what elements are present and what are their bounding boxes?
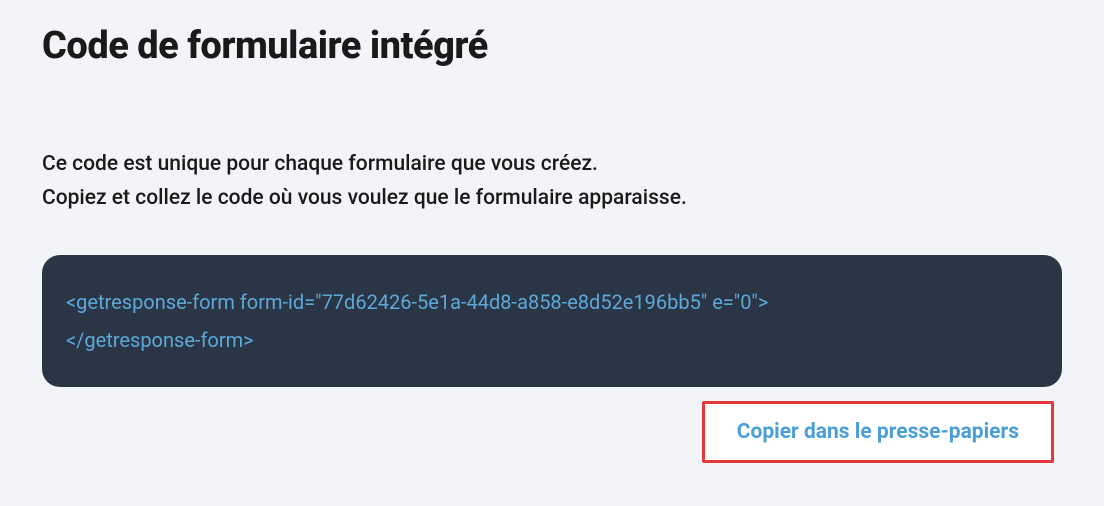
embed-code-block: <getresponse-form form-id="77d62426-5e1a… — [42, 255, 1062, 387]
code-open-tag: <getresponse-form form-id="77d62426-5e1a… — [66, 283, 1038, 321]
button-row: Copier dans le presse-papiers — [42, 401, 1062, 463]
description-line-2: Copiez et collez le code où vous voulez … — [42, 182, 1062, 216]
copy-to-clipboard-button[interactable]: Copier dans le presse-papiers — [702, 401, 1054, 463]
description-block: Ce code est unique pour chaque formulair… — [42, 148, 1062, 215]
description-line-1: Ce code est unique pour chaque formulair… — [42, 148, 1062, 182]
code-close-tag: </getresponse-form> — [66, 321, 1038, 359]
code-content: <getresponse-form form-id="77d62426-5e1a… — [66, 283, 1038, 359]
page-title: Code de formulaire intégré — [42, 24, 1062, 68]
